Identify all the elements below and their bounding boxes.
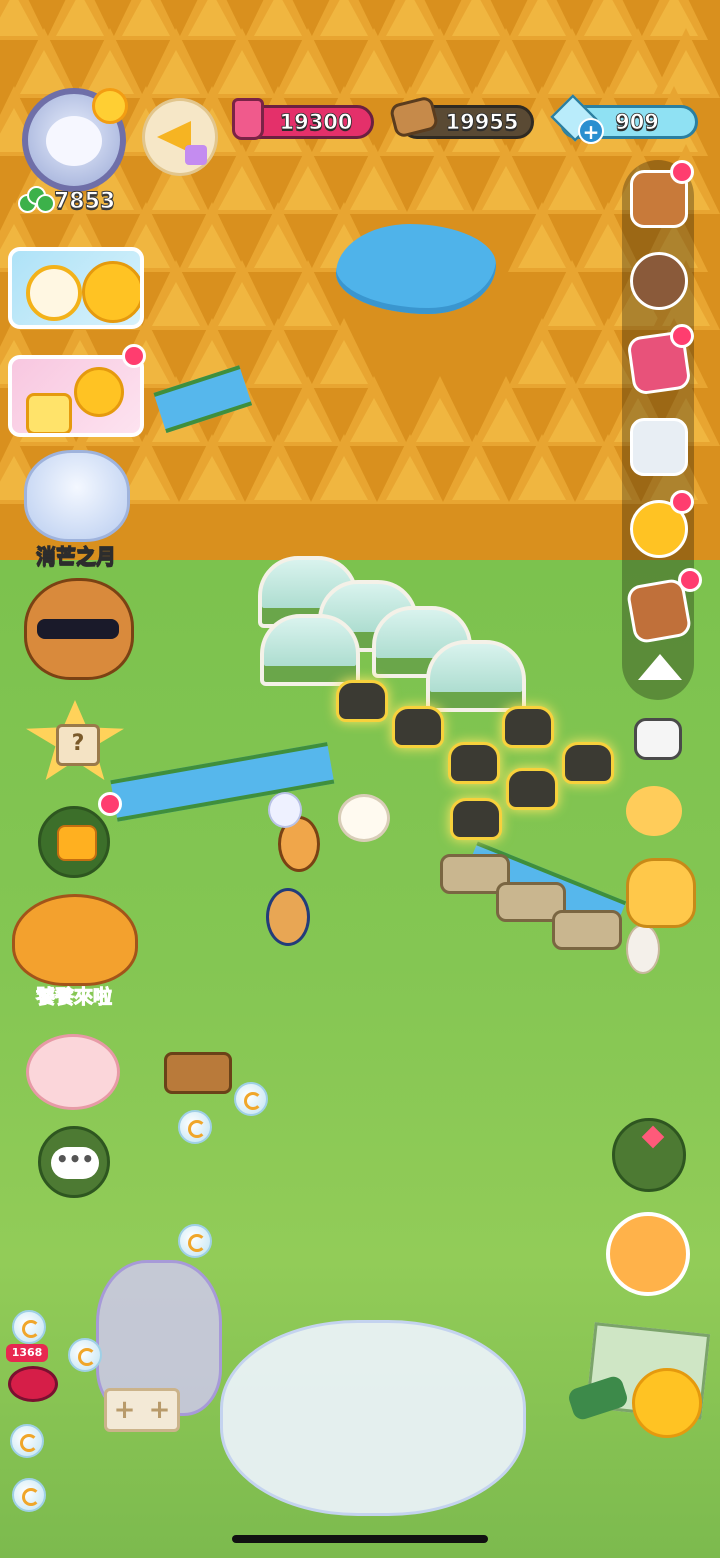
duck-book-button[interactable] [606,1212,690,1296]
harvest-bag[interactable] [450,798,502,840]
greenhouse[interactable] [426,640,526,712]
phone-bread-icon[interactable] [626,786,682,836]
add-diamond-button[interactable]: + [578,118,604,144]
clover-counter: 7853 [18,186,116,216]
log-pile[interactable] [164,1052,232,1094]
harvest-bag[interactable] [506,768,558,810]
autumn-tree [310,434,378,504]
telescope-icon [566,1374,630,1422]
currency-bubble[interactable] [178,1110,212,1144]
duck-icon [632,1368,702,1438]
crystal-fox-statue[interactable] [220,1320,526,1516]
plus-icon: + [148,1395,171,1425]
diamond-value: 909 [615,110,660,135]
harvest-bag[interactable] [562,742,614,784]
expand-land-tile[interactable]: + + [104,1388,180,1432]
currency-bubble[interactable] [12,1478,46,1512]
player-avatar[interactable] [22,88,128,192]
sunglasses-icon [37,619,119,639]
notification-dot [670,490,694,514]
forest-pond [336,224,496,314]
mushroom-npc[interactable] [626,924,660,974]
harvest-bag[interactable] [336,680,388,722]
heart-icon [641,1125,665,1149]
notification-dot [122,344,146,368]
harvest-bag[interactable] [392,706,444,748]
notification-dot [670,324,694,348]
cheese-task-button[interactable] [38,806,110,878]
notification-dot [98,792,122,816]
chat-bubble-icon: ••• [51,1147,99,1179]
bunny-friend-button[interactable] [26,1034,120,1110]
sheep-npc[interactable] [338,794,390,842]
jam-pot-badge: 1368 [6,1344,48,1362]
moon-pet-label: 消芒之月 [36,544,117,569]
autumn-tree [376,434,444,504]
world-map-button[interactable] [566,1318,711,1438]
greenhouse[interactable] [260,614,360,686]
plus-icon: + [113,1395,136,1425]
announcement-button[interactable] [142,98,218,176]
ducks-love-button[interactable] [612,1118,686,1192]
notification-dot [670,160,694,184]
collapse-menu-arrow-icon[interactable] [630,650,688,686]
chat-button[interactable]: ••• [38,1126,110,1198]
gift-box-icon [26,393,72,433]
sunglasses-dog-event[interactable] [24,578,134,680]
currency-bubble[interactable] [178,1224,212,1258]
cat-npc[interactable] [268,792,302,828]
currency-bubble[interactable] [12,1310,46,1344]
clover-count: 7853 [53,188,116,214]
jam-pot-icon [8,1366,58,1402]
duck-icon [82,261,140,323]
mystery-box-button[interactable]: ? [26,700,124,780]
taotie-event-button[interactable] [12,894,138,986]
cow-friend-icon[interactable] [630,252,688,310]
harvest-bag[interactable] [448,742,500,784]
autumn-tree [178,434,246,504]
backpack-icon[interactable] [626,858,696,928]
autumn-tree [244,434,312,504]
home-indicator[interactable] [232,1535,488,1543]
alarm-clock-icon [26,265,82,321]
currency-bubble[interactable] [10,1424,44,1458]
stone-sofa[interactable] [552,910,622,950]
jam-value: 19300 [279,110,353,135]
sun-icon [92,88,128,124]
gift-icon [185,145,207,165]
cheese-icon [57,825,97,861]
autumn-tree [406,144,474,214]
notification-dot [678,568,702,592]
time-event-card[interactable] [8,247,144,329]
moon-pet-event[interactable] [24,450,130,542]
mystery-box-icon: ? [56,724,100,766]
currency-bubble[interactable] [68,1338,102,1372]
autumn-tree [442,434,510,504]
clover-icon [18,186,55,216]
harvest-bag[interactable] [502,706,554,748]
duck-icon [74,367,124,417]
autumn-tree [508,434,576,504]
shiba-npc[interactable] [266,888,310,946]
bread-phone-icon[interactable] [630,418,688,476]
wood-value: 19955 [445,110,519,135]
camera-icon[interactable] [634,718,682,760]
gift-pack-card[interactable] [8,355,144,437]
currency-bubble[interactable] [234,1082,268,1116]
jam-jar-icon [232,98,264,140]
taotie-event-label: 饕餮來啦 [35,986,112,1009]
avatar-face [46,116,102,166]
